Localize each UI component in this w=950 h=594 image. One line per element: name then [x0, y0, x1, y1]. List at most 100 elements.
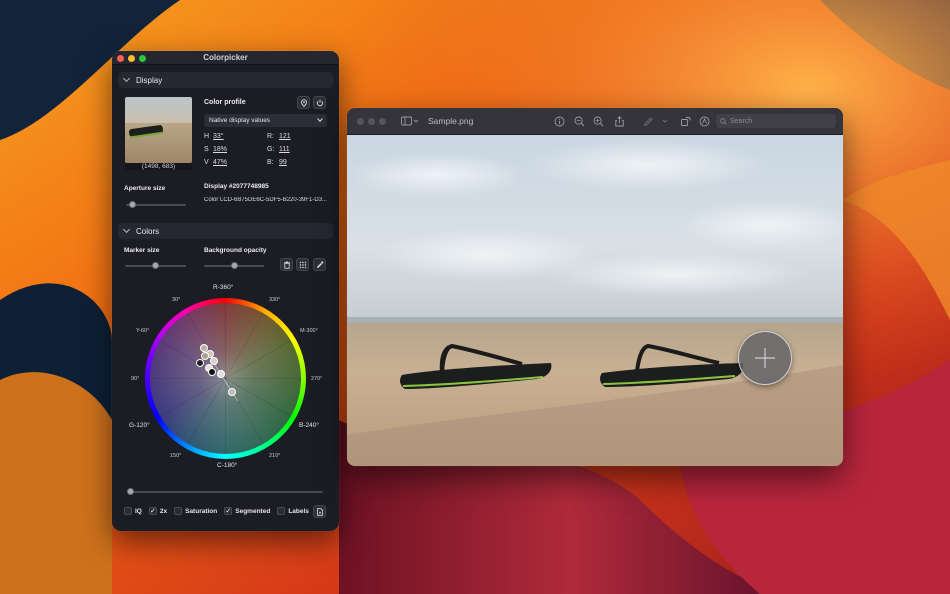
v-label: V	[204, 159, 209, 166]
export-button[interactable]	[313, 505, 326, 518]
colors-section-header[interactable]: Colors	[118, 223, 333, 239]
2x-checkbox[interactable]: ✓	[148, 507, 157, 515]
v-value[interactable]: 47%	[213, 159, 227, 166]
s-label: S	[204, 146, 209, 153]
preview-window: Sample.png Search	[347, 108, 843, 466]
color-marker-selected[interactable]	[228, 388, 236, 396]
preview-title: Sample.png	[428, 116, 474, 126]
eyedropper-icon	[316, 260, 324, 268]
wheel-slider-knob[interactable]	[127, 488, 135, 495]
color-loupe[interactable]	[738, 331, 792, 385]
pin-button[interactable]	[297, 96, 310, 109]
wheel-label-330: 330°	[269, 297, 281, 303]
iq-checkbox[interactable]	[124, 507, 132, 515]
aperture-slider-knob[interactable]	[128, 201, 136, 208]
zoom-in-icon	[593, 116, 603, 126]
s-value[interactable]: 18%	[213, 146, 227, 153]
clear-colors-button[interactable]	[280, 258, 293, 271]
marker-size-slider[interactable]	[125, 262, 186, 269]
segmented-checkbox[interactable]: ✓	[224, 507, 233, 515]
crosshair-icon	[754, 347, 775, 368]
segment-lines	[150, 303, 301, 454]
wheel-label-magenta: M-300°	[300, 328, 318, 334]
chevron-down-icon	[122, 225, 131, 234]
grid-button[interactable]	[296, 258, 309, 271]
wheel-label-blue: B-240°	[299, 422, 319, 429]
power-icon	[316, 99, 323, 106]
zoom-button[interactable]	[379, 118, 386, 125]
markup-button[interactable]	[642, 115, 670, 127]
wheel-label-30: 30°	[172, 297, 181, 303]
beach-photo[interactable]	[347, 135, 843, 466]
r-value[interactable]: 121	[279, 133, 291, 140]
color-profile-select[interactable]: Native display values	[204, 114, 327, 127]
display-name: Color LCD-6B75DE6C-5DF5-B220-39F1-D3...	[204, 197, 328, 203]
rotate-button[interactable]	[679, 115, 691, 127]
trash-icon	[283, 261, 290, 269]
chevron-down-icon	[122, 74, 131, 83]
labels-checkbox[interactable]	[277, 507, 286, 515]
preview-toolbar[interactable]: Sample.png Search	[347, 108, 843, 135]
h-label: H	[204, 133, 210, 140]
colors-section-title: Colors	[136, 226, 160, 236]
magnifier-thumbnail	[125, 97, 192, 163]
wheel-label-yellow: Y-60°	[136, 328, 150, 334]
search-icon	[720, 117, 727, 125]
background-opacity-slider[interactable]	[204, 262, 264, 269]
display-section-title: Display	[136, 75, 163, 85]
wheel-slider[interactable]	[127, 488, 323, 495]
zoom-in-button[interactable]	[592, 115, 604, 127]
close-button[interactable]	[357, 118, 364, 125]
b-value[interactable]: 99	[279, 159, 287, 166]
info-button[interactable]	[553, 115, 565, 127]
color-profile-value: Native display values	[209, 117, 271, 124]
color-marker[interactable]	[208, 368, 216, 376]
color-wheel[interactable]	[145, 298, 306, 459]
aperture-size-label: Aperture size	[124, 185, 166, 192]
iq-label: IQ	[135, 507, 142, 515]
labels-label: Labels	[288, 507, 309, 515]
wheel-label-green: G-120°	[129, 422, 150, 429]
background-opacity-label: Background opacity	[204, 247, 267, 254]
window-title: Colorpicker	[203, 53, 248, 62]
chevron-down-icon	[317, 116, 323, 122]
r-label: R:	[267, 133, 274, 140]
sidebar-toggle-button[interactable]	[400, 115, 420, 127]
zoom-out-button[interactable]	[573, 115, 585, 127]
share-button[interactable]	[613, 115, 625, 127]
color-profile-label: Color profile	[204, 99, 246, 106]
saturation-label: Saturation	[185, 507, 218, 515]
g-label: G:	[267, 146, 275, 153]
thumbnail-coordinates: (1498, 683)	[125, 163, 192, 170]
color-marker[interactable]	[217, 370, 225, 378]
aperture-slider[interactable]	[126, 201, 186, 208]
display-section-header[interactable]: Display	[118, 72, 333, 88]
marker-size-slider-knob[interactable]	[152, 262, 159, 269]
annotate-button[interactable]	[698, 115, 710, 127]
sidebar-icon	[401, 116, 419, 126]
colorpicker-window: Colorpicker Display (1498, 683) Color pr…	[112, 51, 339, 531]
rotate-icon	[680, 116, 690, 126]
pin-icon	[300, 98, 307, 107]
wheel-label-cyan: C-180°	[217, 462, 238, 469]
h-value[interactable]: 33°	[213, 133, 224, 140]
grid-icon	[299, 261, 306, 268]
annotate-icon	[699, 116, 709, 126]
color-marker[interactable]	[196, 359, 204, 367]
search-placeholder: Search	[730, 117, 753, 125]
minimize-button[interactable]	[368, 118, 375, 125]
marker-size-label: Marker size	[124, 247, 160, 254]
search-field[interactable]: Search	[716, 114, 836, 128]
colorpicker-titlebar[interactable]: Colorpicker	[112, 51, 339, 65]
eyedropper-button[interactable]	[313, 258, 326, 271]
segmented-label: Segmented	[235, 507, 271, 515]
wheel-label-210: 210°	[269, 453, 281, 459]
background-opacity-slider-knob[interactable]	[230, 262, 238, 269]
wheel-label-150: 150°	[170, 453, 182, 459]
markup-icon	[643, 116, 668, 126]
zoom-out-icon	[574, 116, 584, 126]
g-value[interactable]: 111	[279, 146, 290, 153]
saturation-checkbox[interactable]	[174, 507, 183, 515]
power-button[interactable]	[313, 96, 326, 109]
options-row: IQ ✓ 2x Saturation ✓ Segmented Labels	[124, 507, 313, 515]
